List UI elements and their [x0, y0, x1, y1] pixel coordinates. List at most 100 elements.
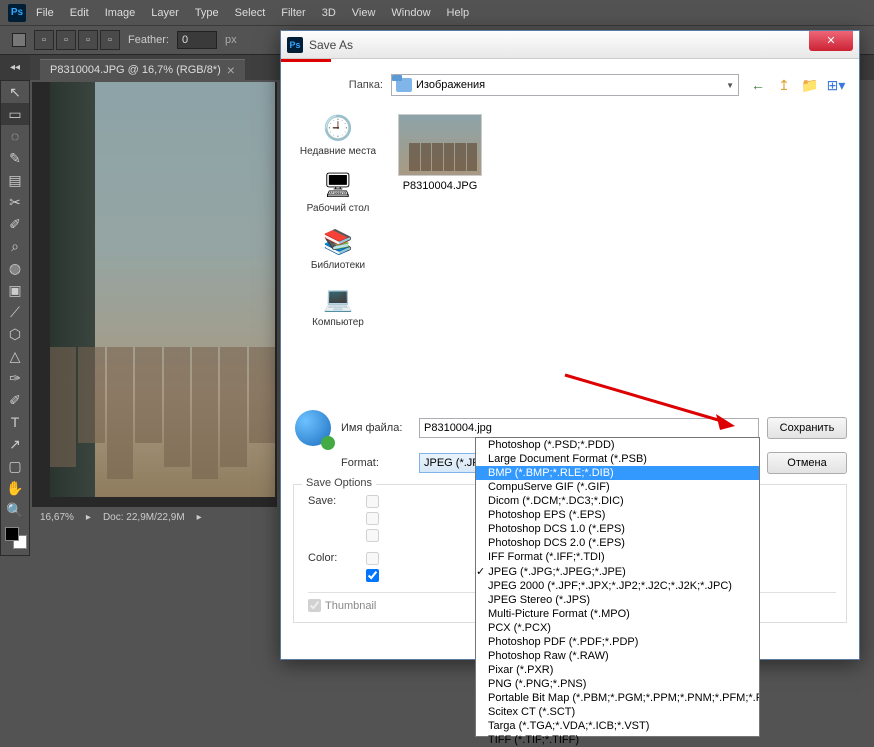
save-check-3[interactable] — [366, 529, 379, 542]
view-menu-button[interactable]: ⊞▾ — [825, 74, 847, 96]
format-option[interactable]: CompuServe GIF (*.GIF) — [476, 480, 759, 494]
tool-2[interactable]: ◌ — [1, 125, 29, 147]
tool-11[interactable]: ⬡ — [1, 323, 29, 345]
document-tab[interactable]: P8310004.JPG @ 16,7% (RGB/8*) × — [40, 59, 245, 80]
cancel-button[interactable]: Отмена — [767, 452, 847, 474]
tool-preset-icon[interactable] — [12, 33, 26, 47]
tool-19[interactable]: 🔍 — [1, 499, 29, 521]
save-check-1[interactable] — [366, 495, 379, 508]
format-option[interactable]: Photoshop Raw (*.RAW) — [476, 649, 759, 663]
selection-new-icon[interactable]: ▫ — [34, 30, 54, 50]
tool-15[interactable]: T — [1, 411, 29, 433]
menu-view[interactable]: View — [344, 3, 384, 23]
tool-17[interactable]: ▢ — [1, 455, 29, 477]
tool-18[interactable]: ✋ — [1, 477, 29, 499]
tool-4[interactable]: ▤ — [1, 169, 29, 191]
menu-help[interactable]: Help — [439, 3, 478, 23]
format-option[interactable]: JPEG 2000 (*.JPF;*.JPX;*.JP2;*.J2C;*.J2K… — [476, 579, 759, 593]
format-option[interactable]: IFF Format (*.IFF;*.TDI) — [476, 550, 759, 564]
nav-up-button[interactable]: ↥ — [773, 74, 795, 96]
feather-input[interactable] — [177, 31, 217, 49]
selection-add-icon[interactable]: ▫ — [56, 30, 76, 50]
file-thumbnail — [398, 114, 482, 176]
document-canvas[interactable] — [50, 82, 275, 497]
save-button[interactable]: Сохранить — [767, 417, 847, 439]
menu-filter[interactable]: Filter — [273, 3, 313, 23]
tool-16[interactable]: ↗ — [1, 433, 29, 455]
nav-back-button[interactable]: ← — [747, 74, 769, 96]
feather-unit: px — [225, 34, 237, 46]
format-option[interactable]: Photoshop DCS 1.0 (*.EPS) — [476, 522, 759, 536]
format-option[interactable]: Multi-Picture Format (*.MPO) — [476, 607, 759, 621]
format-option[interactable]: BMP (*.BMP;*.RLE;*.DIB) — [476, 466, 759, 480]
menu-bar: Ps FileEditImageLayerTypeSelectFilter3DV… — [0, 0, 874, 25]
format-option[interactable]: Photoshop EPS (*.EPS) — [476, 508, 759, 522]
place-компьютер[interactable]: 💻Компьютер — [310, 281, 366, 330]
format-option[interactable]: TIFF (*.TIF;*.TIFF) — [476, 733, 759, 747]
tool-7[interactable]: ⌕ — [1, 235, 29, 257]
format-option[interactable]: PCX (*.PCX) — [476, 621, 759, 635]
toolbox: ↖▭◌✎▤✂✐⌕◍▣⟋⬡△✑✐T↗▢✋🔍 — [0, 80, 30, 556]
menu-layer[interactable]: Layer — [143, 3, 187, 23]
menu-image[interactable]: Image — [97, 3, 144, 23]
tool-0[interactable]: ↖ — [1, 81, 29, 103]
tool-6[interactable]: ✐ — [1, 213, 29, 235]
menu-file[interactable]: File — [28, 3, 62, 23]
save-options-title: Save Options — [302, 477, 376, 489]
format-option[interactable]: Scitex CT (*.SCT) — [476, 705, 759, 719]
zoom-arrow-icon[interactable]: ▸ — [86, 512, 91, 523]
format-label: Format: — [341, 457, 411, 469]
save-check-2[interactable] — [366, 512, 379, 525]
file-name: P8310004.JPG — [403, 180, 478, 192]
selection-subtract-icon[interactable]: ▫ — [78, 30, 98, 50]
file-list[interactable]: P8310004.JPG — [391, 110, 847, 400]
menu-type[interactable]: Type — [187, 3, 227, 23]
close-icon[interactable]: × — [227, 65, 235, 75]
place-рабочий-стол[interactable]: 🖥Рабочий стол — [305, 167, 372, 216]
tool-9[interactable]: ▣ — [1, 279, 29, 301]
color-swatches[interactable] — [1, 525, 29, 555]
tool-1[interactable]: ▭ — [1, 103, 29, 125]
format-dropdown-list[interactable]: Photoshop (*.PSD;*.PDD)Large Document Fo… — [475, 437, 760, 737]
file-item[interactable]: P8310004.JPG — [395, 114, 485, 192]
place-label: Компьютер — [312, 317, 364, 328]
format-option[interactable]: Portable Bit Map (*.PBM;*.PGM;*.PPM;*.PN… — [476, 691, 759, 705]
toolbox-handle[interactable]: ◂◂ — [0, 55, 30, 80]
menu-window[interactable]: Window — [383, 3, 438, 23]
tool-5[interactable]: ✂ — [1, 191, 29, 213]
tool-14[interactable]: ✐ — [1, 389, 29, 411]
dialog-close-button[interactable]: ✕ — [809, 31, 853, 51]
format-option[interactable]: ✓ JPEG (*.JPG;*.JPEG;*.JPE) — [476, 564, 759, 579]
format-option[interactable]: Photoshop PDF (*.PDF;*.PDP) — [476, 635, 759, 649]
tool-12[interactable]: △ — [1, 345, 29, 367]
filename-input[interactable] — [419, 418, 759, 438]
selection-intersect-icon[interactable]: ▫ — [100, 30, 120, 50]
folder-value: Изображения — [416, 79, 485, 91]
folder-combo[interactable]: Изображения ▼ — [391, 74, 739, 96]
menu-3d[interactable]: 3D — [314, 3, 344, 23]
color-check-1[interactable] — [366, 552, 379, 565]
place-недавние-места[interactable]: 🕘Недавние места — [298, 110, 378, 159]
format-option[interactable]: Pixar (*.PXR) — [476, 663, 759, 677]
place-библиотеки[interactable]: 📚Библиотеки — [309, 224, 367, 273]
tool-13[interactable]: ✑ — [1, 367, 29, 389]
format-option[interactable]: PNG (*.PNG;*.PNS) — [476, 677, 759, 691]
color-check-2[interactable] — [366, 569, 379, 582]
status-arrow-icon[interactable]: ▸ — [197, 512, 202, 523]
status-bar: 16,67% ▸ Doc: 22,9M/22,9M ▸ — [32, 507, 277, 527]
format-option[interactable]: Photoshop DCS 2.0 (*.EPS) — [476, 536, 759, 550]
format-option[interactable]: Large Document Format (*.PSB) — [476, 452, 759, 466]
thumbnail-label: Thumbnail — [325, 600, 376, 612]
dialog-titlebar[interactable]: Ps Save As ✕ — [281, 31, 859, 59]
new-folder-button[interactable]: 📁 — [799, 74, 821, 96]
format-option[interactable]: Photoshop (*.PSD;*.PDD) — [476, 438, 759, 452]
format-option[interactable]: Targa (*.TGA;*.VDA;*.ICB;*.VST) — [476, 719, 759, 733]
menu-select[interactable]: Select — [227, 3, 274, 23]
menu-edit[interactable]: Edit — [62, 3, 97, 23]
tool-8[interactable]: ◍ — [1, 257, 29, 279]
format-option[interactable]: JPEG Stereo (*.JPS) — [476, 593, 759, 607]
tool-3[interactable]: ✎ — [1, 147, 29, 169]
format-option[interactable]: Dicom (*.DCM;*.DC3;*.DIC) — [476, 494, 759, 508]
zoom-level[interactable]: 16,67% — [40, 512, 74, 523]
tool-10[interactable]: ⟋ — [1, 301, 29, 323]
